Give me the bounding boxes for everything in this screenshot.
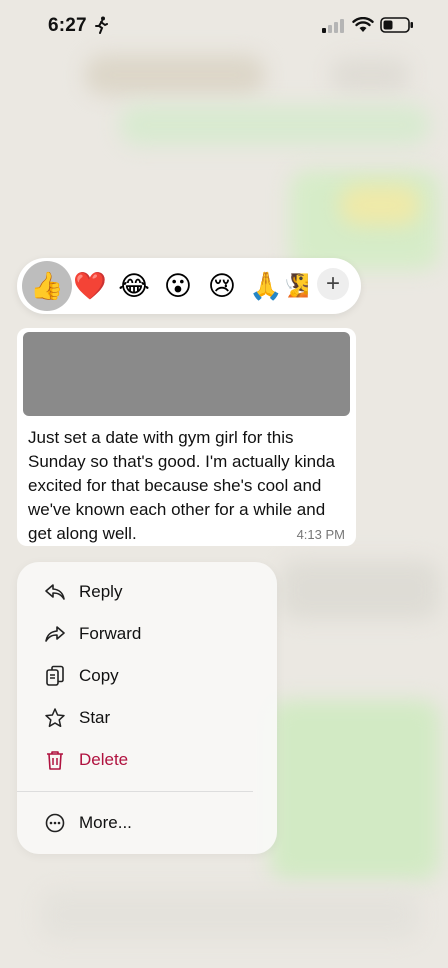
menu-label-star: Star bbox=[79, 708, 111, 727]
reaction-laughing[interactable]: 😂 bbox=[112, 264, 156, 308]
status-time: 6:27 bbox=[48, 15, 87, 36]
message-media-placeholder[interactable] bbox=[23, 332, 350, 416]
menu-item-delete[interactable]: Delete bbox=[17, 739, 277, 781]
menu-item-reply[interactable]: Reply bbox=[17, 571, 277, 613]
wifi-icon bbox=[352, 17, 374, 32]
reaction-surprised[interactable]: 😮 bbox=[156, 264, 200, 308]
menu-item-copy[interactable]: Copy bbox=[17, 655, 277, 697]
reply-icon bbox=[44, 581, 66, 603]
menu-label-delete: Delete bbox=[79, 750, 129, 769]
copy-icon bbox=[44, 665, 66, 687]
message-timestamp: 4:13 PM bbox=[296, 527, 345, 542]
reaction-thumbs-up[interactable]: 👍 bbox=[22, 261, 72, 311]
reaction-bar: 👍 ❤️ 😂 😮 😢 🙏 🧏 + bbox=[17, 258, 361, 314]
menu-divider bbox=[17, 791, 253, 792]
message-bubble[interactable]: Just set a date with gym girl for this S… bbox=[17, 328, 356, 546]
more-reactions-button[interactable]: + bbox=[317, 268, 349, 300]
reaction-heart[interactable]: ❤️ bbox=[68, 264, 112, 308]
menu-label-copy: Copy bbox=[79, 666, 119, 685]
reaction-crying[interactable]: 😢 bbox=[200, 264, 244, 308]
trash-icon bbox=[44, 749, 66, 771]
menu-item-more[interactable]: More... bbox=[17, 802, 277, 844]
status-bar: 6:27 bbox=[0, 0, 448, 54]
reaction-extra[interactable]: 🧏 bbox=[279, 264, 313, 308]
star-icon bbox=[44, 707, 66, 729]
menu-item-forward[interactable]: Forward bbox=[17, 613, 277, 655]
battery-icon bbox=[380, 17, 413, 33]
menu-label-more: More... bbox=[79, 813, 132, 832]
forward-icon bbox=[44, 623, 66, 645]
message-context-menu: Reply Forward Copy Star Delete More... bbox=[17, 562, 277, 854]
menu-label-reply: Reply bbox=[79, 582, 123, 601]
cellular-signal-icon bbox=[322, 19, 344, 33]
more-options-icon bbox=[44, 812, 66, 834]
activity-icon bbox=[95, 16, 108, 34]
menu-item-star[interactable]: Star bbox=[17, 697, 277, 739]
menu-label-forward: Forward bbox=[79, 624, 142, 643]
